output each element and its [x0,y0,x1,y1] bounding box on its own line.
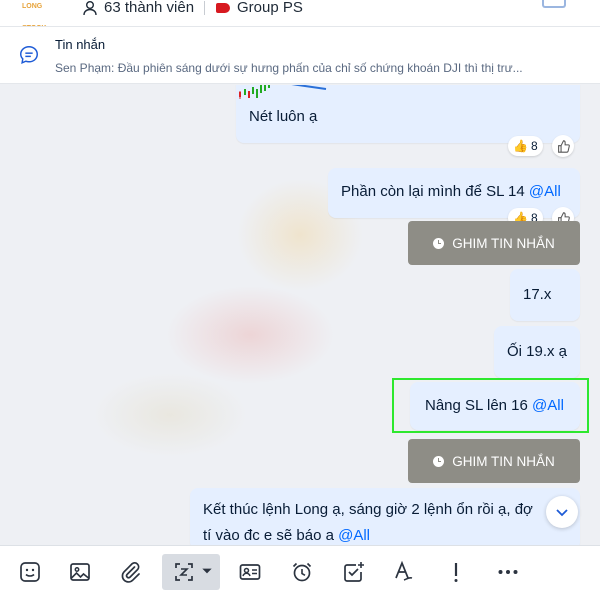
more-icon [498,570,518,574]
chat-bubble-icon [20,46,38,64]
sidebar-toggle-button[interactable] [542,0,566,8]
image-icon [70,563,90,581]
important-icon [454,563,458,582]
clock-icon [433,455,445,467]
image-button[interactable] [62,554,98,590]
group-tag[interactable]: Group PS [216,0,303,16]
divider [204,1,205,15]
format-text-icon [395,560,413,581]
message-text: 17.x [523,286,552,303]
message-text: tí vào đc e sẽ báo a @All [203,527,370,544]
important-button[interactable] [438,554,474,590]
thumbs-up-icon: 👍 [513,139,528,153]
pin-message-label: GHIM TIN NHẮN [452,235,555,251]
mention-all-link[interactable]: @All [532,397,564,414]
task-icon [344,562,364,582]
message-bubble[interactable]: 17.x [510,269,580,321]
message-text: Nét luôn ạ [249,108,318,125]
member-count-label: 63 thành viên [104,0,195,16]
clock-icon [433,237,445,249]
attachment-icon [121,562,140,583]
reminder-icon [292,562,312,582]
reaction-count[interactable]: 👍 8 [508,136,543,156]
pinned-message-bar[interactable]: Tin nhắn Sen Phạm: Đầu phiên sáng dưới s… [0,26,600,84]
chevron-down-icon [556,509,568,517]
task-button[interactable] [336,554,372,590]
message-bubble[interactable]: Nâng SL lên 16 @All [410,382,580,430]
message-bubble[interactable]: Nét luôn ạ [236,85,580,143]
message-text-body: Phần còn lại mình để SL 14 [341,183,529,200]
format-text-button[interactable] [386,554,422,590]
message-bubble[interactable]: Ối 19.x ạ [494,326,580,378]
like-button[interactable] [552,135,574,157]
message-text: Ối 19.x ạ [507,343,568,360]
compose-toolbar [0,545,600,600]
reaction-number: 8 [530,139,538,153]
scroll-to-bottom-button[interactable] [546,496,578,528]
member-count[interactable]: 63 thành viên [82,0,194,16]
message-bubble[interactable]: Kết thúc lệnh Long ạ, sáng giờ 2 lệnh ổn… [190,488,580,545]
group-tag-label: Group PS [237,0,303,16]
mention-all-link[interactable]: @All [529,183,561,200]
attachment-button[interactable] [112,554,148,590]
sticker-icon [20,562,40,582]
conversation-header: LONG STOCK 63 thành viên Group PS [0,0,600,32]
message-text-body: Nâng SL lên 16 [425,397,533,414]
message-text: Nâng SL lên 16 @All [425,397,564,414]
chat-area[interactable]: Nét luôn ạ 👍 8 Phần còn lại mình để SL 1… [0,85,600,545]
sticker-button[interactable] [12,554,48,590]
pinned-preview: Sen Phạm: Đầu phiên sáng dưới sự hưng ph… [55,61,523,75]
message-text-body: tí vào đc e sẽ báo a [203,527,339,544]
reminder-button[interactable] [284,554,320,590]
pin-message-button[interactable]: GHIM TIN NHẮN [408,439,580,483]
user-icon [83,0,97,15]
pin-message-label: GHIM TIN NHẮN [452,453,555,469]
contact-card-button[interactable] [232,554,268,590]
message-text: Kết thúc lệnh Long ạ, sáng giờ 2 lệnh ổn… [203,501,533,518]
chart-thumbnail[interactable] [238,85,328,101]
label-tag-icon [216,2,230,13]
pin-message-button[interactable]: GHIM TIN NHẮN [408,221,580,265]
thumbs-up-outline-icon [557,139,570,153]
pinned-title: Tin nhắn [55,37,106,52]
mention-all-link[interactable]: @All [338,527,370,544]
chevron-down-icon[interactable] [200,564,214,578]
message-bubble[interactable]: Phần còn lại mình để SL 14 @All [328,168,580,218]
group-logo[interactable]: LONG STOCK [22,0,62,32]
message-text: Phần còn lại mình để SL 14 @All [341,183,561,200]
screenshot-button[interactable] [162,554,220,590]
contact-card-icon [239,564,261,580]
more-button[interactable] [490,554,526,590]
screenshot-icon [175,563,193,581]
